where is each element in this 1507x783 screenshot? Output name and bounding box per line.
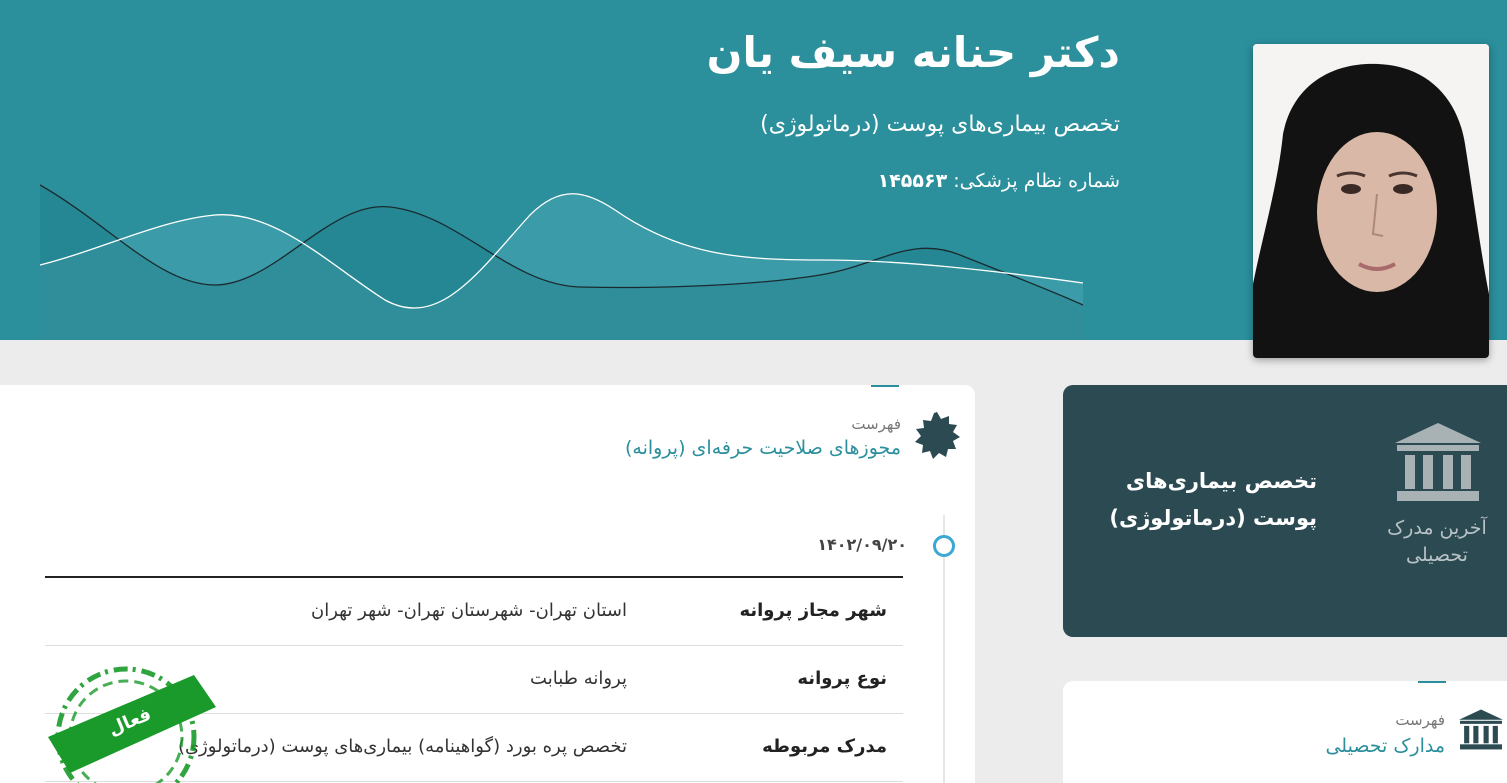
education-section-subtitle: فهرست [1395,711,1445,729]
medical-code-label: شماره نظام پزشکی: [953,170,1120,192]
timeline-dot [933,535,955,557]
doctor-specialty: تخصص بیماری‌های پوست (درماتولوژی) [760,112,1120,137]
medical-code: شماره نظام پزشکی: ۱۴۵۵۶۳ [878,170,1120,192]
latest-degree-card: آخرین مدرک تحصیلی تخصص بیماری‌های پوست (… [1063,385,1507,637]
latest-degree-label: آخرین مدرک تحصیلی [1387,517,1487,566]
row-label: نوع پروانه [797,668,887,689]
active-stamp-icon: فعال [48,666,216,783]
row-label: مدرک مربوطه [762,736,887,757]
license-section-title[interactable]: مجوزهای صلاحیت حرفه‌ای (پروانه) [625,437,901,459]
institution-icon [1395,423,1481,501]
license-section-subtitle: فهرست [851,415,901,433]
header-wave-decoration [40,184,1083,340]
medical-code-value: ۱۴۵۵۶۳ [877,170,948,192]
card-accent-line [1418,681,1446,683]
row-value: تخصص پره بورد (گواهینامه) بیماری‌های پوس… [177,736,627,757]
doctor-photo [1253,44,1489,358]
education-section-title[interactable]: مدارک تحصیلی [1325,735,1445,757]
latest-degree-title: تخصص بیماری‌های پوست (درماتولوژی) [1109,469,1317,530]
table-row: شهر مجاز پروانه استان تهران- شهرستان تهر… [45,578,903,646]
card-accent-line [871,385,899,387]
education-card: فهرست مدارک تحصیلی [1063,681,1507,783]
row-value: پروانه طبابت [530,668,627,689]
badge-icon [915,412,960,459]
row-label: شهر مجاز پروانه [739,600,887,621]
institution-icon [1459,709,1503,750]
license-date: ۱۴۰۲/۰۹/۲۰ [817,535,907,554]
doctor-portrait-image [1253,44,1489,358]
row-value: استان تهران- شهرستان تهران- شهر تهران [310,600,627,621]
doctor-name: دکتر حنانه سیف یان [706,28,1120,77]
